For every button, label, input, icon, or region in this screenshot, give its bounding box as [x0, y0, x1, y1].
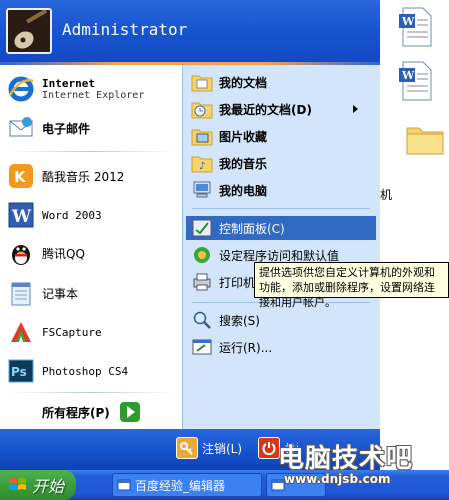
recent-word-label: Word 2003 — [42, 208, 102, 222]
windows-logo-icon — [9, 478, 26, 490]
recent-docs-label: 我最近的文档(D) — [219, 102, 312, 117]
places-my-music[interactable]: ♪ 我的音乐 — [186, 151, 376, 175]
window-icon — [117, 479, 131, 491]
word-icon: W — [6, 200, 36, 230]
user-avatar[interactable] — [6, 8, 52, 54]
recent-notepad-label: 记事本 — [42, 286, 79, 301]
pinned-email[interactable]: 电子邮件 — [0, 111, 182, 145]
left-separator — [8, 392, 174, 393]
svg-text:Ps: Ps — [11, 365, 27, 379]
places-recent-documents[interactable]: 我最近的文档(D) — [186, 97, 376, 121]
taskbar-item-label: 百度经验_编辑器 — [135, 478, 226, 493]
folder-documents-icon — [190, 71, 214, 93]
places-my-computer[interactable]: 我的电脑 — [186, 178, 376, 202]
control-panel-icon — [190, 217, 214, 239]
word-document-icon[interactable]: W — [399, 60, 435, 102]
taskbar-item-browser[interactable]: 百度经验_编辑器 — [112, 473, 262, 497]
shutdown-button[interactable]: 关闭计算机(U) — [258, 437, 298, 459]
svg-text:W: W — [401, 69, 415, 82]
mail-icon — [6, 113, 36, 143]
key-icon — [176, 437, 198, 459]
shutdown-label: 关闭计算机(U) — [284, 441, 298, 456]
run-icon — [190, 336, 214, 358]
all-programs-label: 所有程序(P) — [42, 405, 110, 420]
svg-text:W: W — [11, 207, 32, 227]
power-icon — [258, 437, 280, 459]
default-programs-label: 设定程序访问和默认值 — [219, 248, 340, 263]
default-programs-icon — [190, 244, 214, 266]
fscapture-icon — [6, 317, 36, 347]
start-menu-header: Administrator — [0, 0, 380, 62]
recent-notepad[interactable]: 记事本 — [0, 276, 182, 310]
svg-text:W: W — [401, 15, 415, 28]
my-music-label: 我的音乐 — [219, 156, 268, 171]
kuwo-icon: K — [6, 161, 36, 191]
taskbar: 开始 百度经验_编辑器 — [0, 470, 449, 500]
pinned-internet-subtitle: Internet Explorer — [42, 90, 145, 101]
recent-docs-icon — [190, 98, 214, 120]
guitar-picture-icon — [8, 10, 50, 52]
left-separator — [8, 151, 174, 152]
svg-text:K: K — [14, 168, 27, 186]
printers-label: 打印机 — [219, 275, 256, 290]
search-label: 搜索(S) — [219, 313, 260, 328]
search-icon — [190, 309, 214, 331]
start-label: 开始 — [32, 477, 65, 496]
svg-text:♪: ♪ — [199, 161, 205, 172]
start-menu-footer: 注销(L) 关闭计算机(U) — [0, 429, 380, 470]
computer-icon — [190, 179, 214, 201]
qq-penguin-icon — [6, 238, 36, 268]
start-menu: Administrator Internet Internet Explorer… — [0, 0, 380, 470]
pinned-internet[interactable]: Internet Internet Explorer — [0, 72, 182, 106]
places-search[interactable]: 搜索(S) — [186, 308, 376, 332]
recent-qq-label: 腾讯QQ — [42, 246, 85, 261]
ie-icon — [6, 74, 36, 104]
recent-qq[interactable]: 腾讯QQ — [0, 236, 182, 270]
background-explorer-window: W W — [368, 0, 449, 470]
places-separator — [192, 208, 370, 209]
recent-fscapture-label: FSCapture — [42, 325, 102, 339]
recent-word[interactable]: W Word 2003 — [0, 198, 182, 232]
green-arrow-icon — [120, 402, 140, 422]
control-panel-tooltip: 提供选项供您自定义计算机的外观和功能，添加或删除程序，设置网络连接和用户帐户。 — [254, 262, 449, 309]
control-panel-label: 控制面板(C) — [219, 221, 285, 236]
folder-music-icon: ♪ — [190, 152, 214, 174]
run-label: 运行(R)... — [219, 340, 273, 355]
all-programs-button[interactable]: 所有程序(P) — [0, 395, 182, 429]
taskbar-item-second[interactable] — [266, 473, 326, 497]
start-button[interactable]: 开始 — [0, 470, 76, 500]
photoshop-icon: Ps — [6, 356, 36, 386]
window-icon — [271, 479, 285, 491]
places-my-documents[interactable]: 我的文档 — [186, 70, 376, 94]
places-control-panel[interactable]: 控制面板(C) — [186, 216, 376, 240]
recent-photoshop[interactable]: Ps Photoshop CS4 — [0, 354, 182, 388]
notepad-icon — [6, 278, 36, 308]
places-my-pictures[interactable]: 图片收藏 — [186, 124, 376, 148]
my-pictures-label: 图片收藏 — [219, 129, 268, 144]
submenu-arrow-icon — [353, 105, 358, 113]
printer-icon — [190, 271, 214, 293]
recent-fscapture[interactable]: FSCapture — [0, 314, 182, 350]
recent-photoshop-label: Photoshop CS4 — [42, 364, 129, 378]
my-documents-label: 我的文档 — [219, 75, 268, 90]
user-name: Administrator — [62, 20, 188, 39]
word-document-icon[interactable]: W — [399, 6, 435, 48]
pinned-email-label: 电子邮件 — [42, 121, 91, 136]
logoff-button[interactable]: 注销(L) — [176, 437, 242, 459]
my-computer-label: 我的电脑 — [219, 183, 268, 198]
places-run[interactable]: 运行(R)... — [186, 335, 376, 359]
logoff-label: 注销(L) — [202, 441, 243, 456]
folder-pictures-icon — [190, 125, 214, 147]
pinned-internet-title: Internet — [42, 77, 95, 90]
folder-icon[interactable] — [405, 122, 445, 156]
recent-kuwo-music[interactable]: K 酷我音乐 2012 — [0, 158, 182, 194]
recent-kuwo-label: 酷我音乐 2012 — [42, 169, 125, 184]
